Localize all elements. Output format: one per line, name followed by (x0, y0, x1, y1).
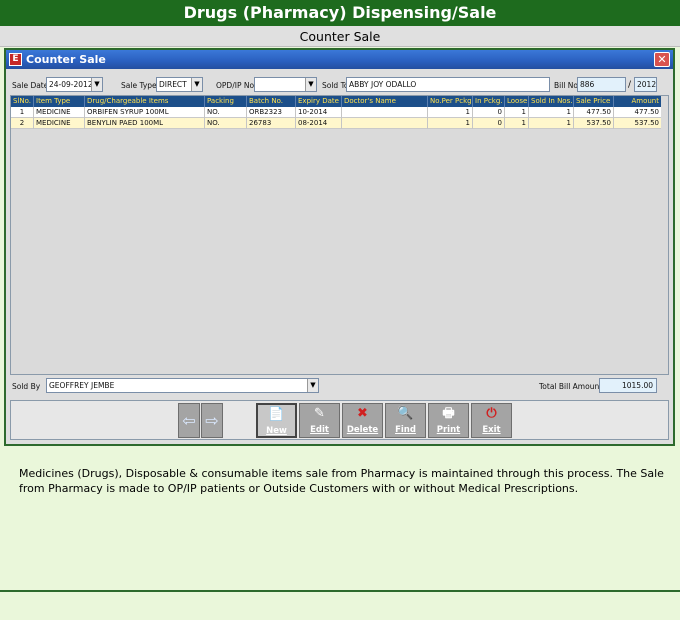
cell-amount: 477.50 (634, 108, 660, 116)
find-icon: 🔍 (397, 406, 414, 421)
sale-type-select[interactable]: DIRECT ▼ (156, 77, 203, 92)
sold-to-label: Sold To (322, 81, 349, 90)
sale-date-value: 24-09-2012 (49, 80, 93, 89)
sold-by-select[interactable]: GEOFFREY JEMBE ▼ (46, 378, 319, 393)
chevron-down-icon[interactable]: ▼ (91, 78, 102, 91)
cell-in-pckg: 0 (473, 118, 505, 129)
chevron-down-icon[interactable]: ▼ (307, 379, 318, 392)
cell-per-pckg: 1 (428, 107, 473, 118)
window-titlebar: E Counter Sale ✕ (6, 50, 673, 69)
sold-by-label: Sold By (12, 382, 41, 391)
sale-type-value: DIRECT (159, 80, 187, 89)
chevron-down-icon[interactable]: ▼ (305, 78, 316, 91)
cell-slno: 2 (11, 118, 34, 129)
cell-doctor (342, 107, 428, 118)
items-grid: SlNo. Item Type Drug/Chargeable Items Pa… (10, 95, 669, 375)
arrow-left-icon[interactable]: ⇦ (178, 403, 200, 438)
cell-packing: NO. (205, 118, 247, 129)
cell-amount: 537.50 (634, 119, 660, 127)
chevron-down-icon[interactable]: ▼ (191, 78, 202, 91)
cell-batch: ORB2323 (247, 107, 296, 118)
col-header: SlNo. (11, 96, 34, 107)
cell-per-pckg: 1 (428, 118, 473, 129)
close-icon[interactable]: ✕ (654, 52, 670, 67)
cell-loose: 1 (505, 118, 529, 129)
col-header: Drug/Chargeable Items (85, 96, 205, 107)
new-button[interactable]: 📄 New (256, 403, 297, 438)
sale-type-label: Sale Type (121, 81, 157, 90)
bill-no-field[interactable]: 886 (577, 77, 626, 92)
opd-select[interactable]: ▼ (254, 77, 317, 92)
print-label: Print (436, 425, 461, 435)
edit-icon: ✎ (314, 406, 325, 421)
col-header: In Pckg. (473, 96, 505, 107)
delete-icon: ✖ (357, 406, 368, 421)
page-title: Drugs (Pharmacy) Dispensing/Sale (0, 0, 680, 26)
sale-date-label: Sale Date (12, 81, 49, 90)
cell-sale-price: 537.50 (574, 118, 614, 129)
cell-sold-nos: 1 (529, 118, 574, 129)
bill-year-field[interactable]: 2012 (634, 77, 657, 92)
cell-sold-nos: 1 (529, 107, 574, 118)
cell-item: ORBIFEN SYRUP 100ML (85, 107, 205, 118)
cell-packing: NO. (205, 107, 247, 118)
sold-by-value: GEOFFREY JEMBE (49, 381, 115, 390)
delete-label: Delete (346, 425, 379, 435)
cell-batch: 26783 (247, 118, 296, 129)
col-header: Sale Price (574, 96, 614, 107)
delete-button[interactable]: ✖ Delete (342, 403, 383, 438)
col-header: Sold In Nos. (531, 96, 574, 107)
bill-separator: / (628, 80, 632, 90)
find-label: Find (395, 425, 416, 435)
table-row[interactable]: 2 MEDICINE BENYLIN PAED 100ML NO. 26783 … (11, 118, 661, 129)
cell-slno: 1 (11, 107, 34, 118)
counter-sale-window: E Counter Sale ✕ Sale Date 24-09-2012 ▼ … (4, 48, 675, 446)
cell-item-type: MEDICINE (34, 107, 85, 118)
table-row[interactable]: 1 MEDICINE ORBIFEN SYRUP 100ML NO. ORB23… (11, 107, 661, 118)
page-subtitle: Counter Sale (0, 26, 680, 47)
cell-item: BENYLIN PAED 100ML (85, 118, 205, 129)
opd-label: OPD/IP No. (216, 81, 257, 90)
footer-divider (0, 590, 680, 592)
cell-doctor (342, 118, 428, 129)
cell-expiry: 10-2014 (296, 107, 342, 118)
exit-label: Exit (482, 425, 501, 435)
print-icon: 🖶 (442, 406, 455, 421)
new-label: New (266, 426, 287, 436)
exit-button[interactable]: ⏻ Exit (471, 403, 512, 438)
col-header: Packing (205, 96, 247, 107)
sale-date-field[interactable]: 24-09-2012 ▼ (46, 77, 103, 92)
bill-no-value: 886 (580, 80, 595, 89)
cell-in-pckg: 0 (473, 107, 505, 118)
col-header: Expiry Date (296, 96, 342, 107)
col-header: No.Per Pckg (430, 96, 473, 107)
print-button[interactable]: 🖶 Print (428, 403, 469, 438)
power-icon: ⏻ (486, 406, 497, 421)
window-title: Counter Sale (26, 53, 106, 66)
arrow-right-icon[interactable]: ⇨ (201, 403, 223, 438)
edit-label: Edit (310, 425, 329, 435)
edit-button[interactable]: ✎ Edit (299, 403, 340, 438)
col-header: Loose (507, 96, 529, 107)
cell-expiry: 08-2014 (296, 118, 342, 129)
action-toolbar: ⇦ ⇨ 📄 New ✎ Edit ✖ Delete 🔍 Find 🖶 Print… (10, 400, 669, 440)
col-header: Batch No. (247, 96, 296, 107)
description-text: Medicines (Drugs), Disposable & consumab… (19, 467, 664, 495)
grid-header: SlNo. Item Type Drug/Chargeable Items Pa… (11, 96, 661, 107)
total-amount-value: 1015.00 (621, 381, 653, 390)
bill-year-value: 2012 (637, 80, 657, 89)
total-amount-field: 1015.00 (599, 378, 657, 393)
col-header: Doctor's Name (342, 96, 428, 107)
col-header: Item Type (34, 96, 85, 107)
sold-to-field[interactable]: ABBY JOY ODALLO (346, 77, 550, 92)
cell-sale-price: 477.50 (574, 107, 614, 118)
total-label: Total Bill Amount (539, 382, 603, 391)
sold-to-value: ABBY JOY ODALLO (349, 80, 417, 89)
app-icon: E (9, 53, 22, 66)
col-header: Amount (631, 97, 659, 105)
cell-loose: 1 (505, 107, 529, 118)
new-icon: 📄 (268, 407, 285, 422)
cell-item-type: MEDICINE (34, 118, 85, 129)
find-button[interactable]: 🔍 Find (385, 403, 426, 438)
